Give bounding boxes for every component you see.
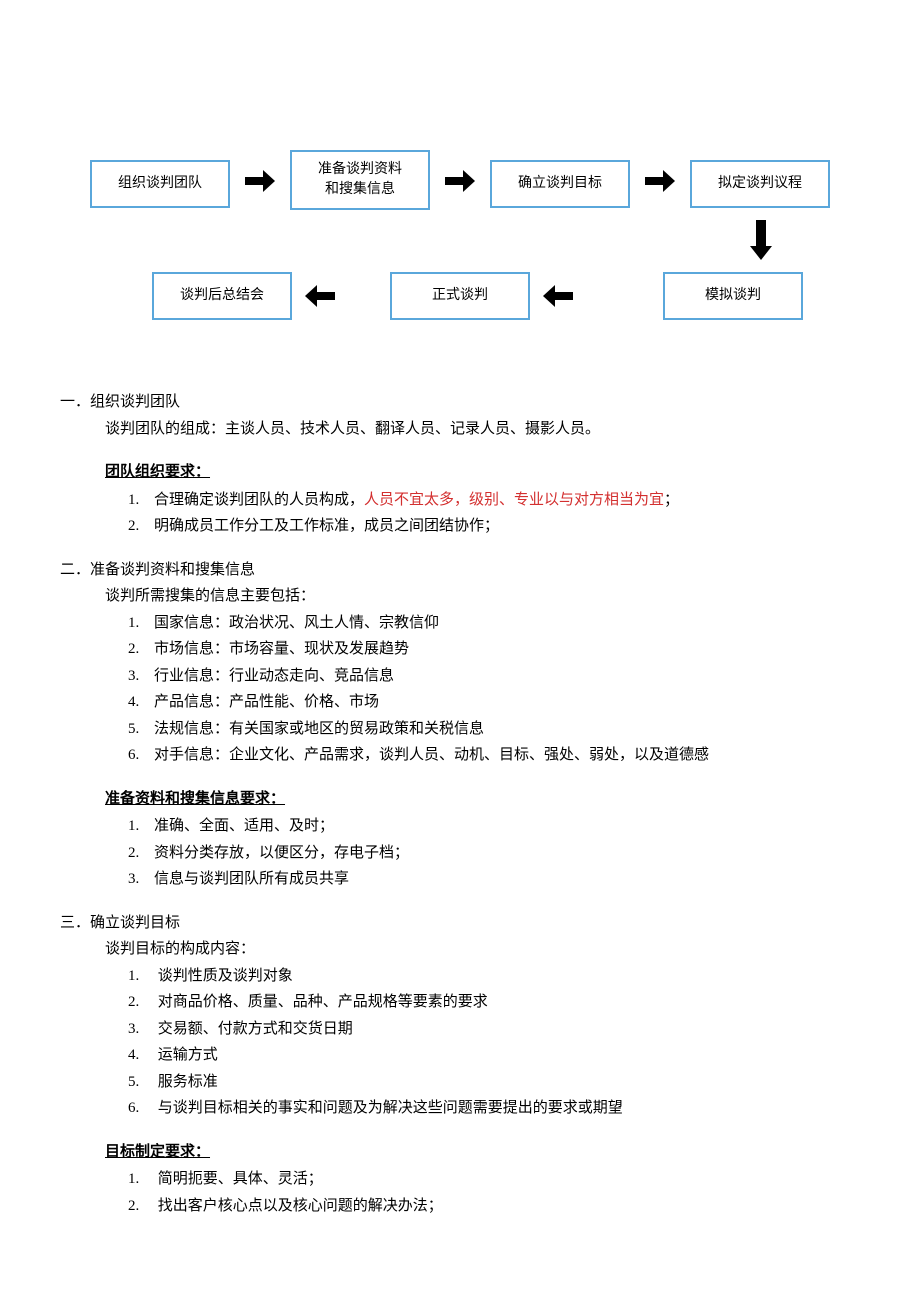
- flow-box-5: 模拟谈判: [663, 272, 803, 320]
- s3-i4: 4. 运输方式: [60, 1043, 860, 1069]
- s2-r3: 3.信息与谈判团队所有成员共享: [60, 867, 860, 893]
- s2-r3-txt: 信息与谈判团队所有成员共享: [154, 871, 349, 887]
- s3-i5-num: 5.: [128, 1070, 154, 1096]
- section-2-intro: 谈判所需搜集的信息主要包括：: [60, 584, 860, 610]
- s3-i6: 6. 与谈判目标相关的事实和问题及为解决这些问题需要提出的要求或期望: [60, 1096, 860, 1122]
- arrow-right-icon: [445, 170, 475, 192]
- arrow-left-icon: [543, 285, 573, 307]
- s2-i3: 3.行业信息：行业动态走向、竞品信息: [60, 664, 860, 690]
- section-3-heading: 三．确立谈判目标: [60, 911, 860, 937]
- s3-i1: 1. 谈判性质及谈判对象: [60, 964, 860, 990]
- s2-i4-txt: 产品信息：产品性能、价格、市场: [154, 694, 379, 710]
- section-2-num: 二．: [60, 562, 90, 578]
- s2-i3-txt: 行业信息：行业动态走向、竞品信息: [154, 668, 394, 684]
- section-1-title: 组织谈判团队: [90, 394, 180, 410]
- s1-r1-num: 1.: [128, 488, 154, 514]
- section-1-r2: 2.明确成员工作分工及工作标准，成员之间团结协作；: [60, 514, 860, 540]
- flow-box-7: 谈判后总结会: [152, 272, 292, 320]
- s3-i1-txt: 谈判性质及谈判对象: [158, 968, 293, 984]
- flow-box-1: 组织谈判团队: [90, 160, 230, 208]
- s3-i6-num: 6.: [128, 1096, 154, 1122]
- s2-r1-num: 1.: [128, 814, 154, 840]
- flowchart: 组织谈判团队 准备谈判资料 和搜集信息 确立谈判目标 拟定谈判议程 模拟谈判 正…: [90, 150, 860, 360]
- s1-r2: 明确成员工作分工及工作标准，成员之间团结协作；: [154, 518, 499, 534]
- s2-r2-num: 2.: [128, 841, 154, 867]
- arrow-right-icon: [645, 170, 675, 192]
- s3-i1-num: 1.: [128, 964, 154, 990]
- s3-r1-txt: 简明扼要、具体、灵活；: [158, 1171, 323, 1187]
- section-1-num: 一．: [60, 394, 90, 410]
- section-1-req-title: 团队组织要求：: [60, 460, 860, 486]
- s2-r3-num: 3.: [128, 867, 154, 893]
- section-1-r1: 1.合理确定谈判团队的人员构成，人员不宜太多，级别、专业以与对方相当为宜；: [60, 488, 860, 514]
- section-2: 二．准备谈判资料和搜集信息 谈判所需搜集的信息主要包括： 1.国家信息：政治状况…: [60, 558, 860, 893]
- section-3-req-title: 目标制定要求：: [60, 1140, 860, 1166]
- flow-box-6: 正式谈判: [390, 272, 530, 320]
- s1-r1c: ；: [664, 492, 679, 508]
- arrow-down-icon: [750, 220, 772, 260]
- s2-i2-num: 2.: [128, 637, 154, 663]
- s3-i5-txt: 服务标准: [158, 1074, 218, 1090]
- s3-r2-txt: 找出客户核心点以及核心问题的解决办法；: [158, 1198, 443, 1214]
- s2-i5-num: 5.: [128, 717, 154, 743]
- flow-box-2-line2: 和搜集信息: [325, 180, 395, 200]
- document-body: 一．组织谈判团队 谈判团队的组成：主谈人员、技术人员、翻译人员、记录人员、摄影人…: [60, 390, 860, 1219]
- s2-i4: 4.产品信息：产品性能、价格、市场: [60, 690, 860, 716]
- s3-i2-num: 2.: [128, 990, 154, 1016]
- s2-i2: 2.市场信息：市场容量、现状及发展趋势: [60, 637, 860, 663]
- s3-r2: 2. 找出客户核心点以及核心问题的解决办法；: [60, 1194, 860, 1220]
- s3-r2-num: 2.: [128, 1194, 154, 1220]
- s2-i1-txt: 国家信息：政治状况、风土人情、宗教信仰: [154, 615, 439, 631]
- s2-i1-num: 1.: [128, 611, 154, 637]
- section-2-req-title: 准备资料和搜集信息要求：: [60, 787, 860, 813]
- section-3: 三．确立谈判目标 谈判目标的构成内容： 1. 谈判性质及谈判对象 2. 对商品价…: [60, 911, 860, 1220]
- arrow-right-icon: [245, 170, 275, 192]
- s3-i6-txt: 与谈判目标相关的事实和问题及为解决这些问题需要提出的要求或期望: [158, 1100, 623, 1116]
- s1-r2-num: 2.: [128, 514, 154, 540]
- s2-i4-num: 4.: [128, 690, 154, 716]
- s2-r2: 2.资料分类存放，以便区分，存电子档；: [60, 841, 860, 867]
- s2-i5: 5.法规信息：有关国家或地区的贸易政策和关税信息: [60, 717, 860, 743]
- s3-r1-num: 1.: [128, 1167, 154, 1193]
- s3-i5: 5. 服务标准: [60, 1070, 860, 1096]
- s3-i4-num: 4.: [128, 1043, 154, 1069]
- section-2-title: 准备谈判资料和搜集信息: [90, 562, 255, 578]
- flow-box-4: 拟定谈判议程: [690, 160, 830, 208]
- s2-i5-txt: 法规信息：有关国家或地区的贸易政策和关税信息: [154, 721, 484, 737]
- flow-box-2: 准备谈判资料 和搜集信息: [290, 150, 430, 210]
- section-2-heading: 二．准备谈判资料和搜集信息: [60, 558, 860, 584]
- arrow-left-icon: [305, 285, 335, 307]
- s2-r2-txt: 资料分类存放，以便区分，存电子档；: [154, 845, 409, 861]
- s2-i6-num: 6.: [128, 743, 154, 769]
- s2-i6: 6.对手信息：企业文化、产品需求，谈判人员、动机、目标、强处、弱处，以及道德感: [60, 743, 860, 769]
- section-1: 一．组织谈判团队 谈判团队的组成：主谈人员、技术人员、翻译人员、记录人员、摄影人…: [60, 390, 860, 540]
- section-3-intro: 谈判目标的构成内容：: [60, 937, 860, 963]
- section-3-num: 三．: [60, 915, 90, 931]
- s3-i2: 2. 对商品价格、质量、品种、产品规格等要素的要求: [60, 990, 860, 1016]
- flow-box-2-line1: 准备谈判资料: [318, 160, 402, 180]
- s2-i3-num: 3.: [128, 664, 154, 690]
- s1-r1a: 合理确定谈判团队的人员构成，: [154, 492, 364, 508]
- s3-r1: 1. 简明扼要、具体、灵活；: [60, 1167, 860, 1193]
- s3-i3: 3. 交易额、付款方式和交货日期: [60, 1017, 860, 1043]
- s2-i2-txt: 市场信息：市场容量、现状及发展趋势: [154, 641, 409, 657]
- s3-i3-txt: 交易额、付款方式和交货日期: [158, 1021, 353, 1037]
- section-1-intro: 谈判团队的组成：主谈人员、技术人员、翻译人员、记录人员、摄影人员。: [60, 417, 860, 443]
- section-1-heading: 一．组织谈判团队: [60, 390, 860, 416]
- s3-i3-num: 3.: [128, 1017, 154, 1043]
- s2-r1: 1.准确、全面、适用、及时；: [60, 814, 860, 840]
- s1-r1b: 人员不宜太多，级别、专业以与对方相当为宜: [364, 492, 664, 508]
- flow-box-3: 确立谈判目标: [490, 160, 630, 208]
- section-3-title: 确立谈判目标: [90, 915, 180, 931]
- s3-i4-txt: 运输方式: [158, 1047, 218, 1063]
- s2-r1-txt: 准确、全面、适用、及时；: [154, 818, 334, 834]
- s3-i2-txt: 对商品价格、质量、品种、产品规格等要素的要求: [158, 994, 488, 1010]
- s2-i1: 1.国家信息：政治状况、风土人情、宗教信仰: [60, 611, 860, 637]
- s2-i6-txt: 对手信息：企业文化、产品需求，谈判人员、动机、目标、强处、弱处，以及道德感: [154, 747, 709, 763]
